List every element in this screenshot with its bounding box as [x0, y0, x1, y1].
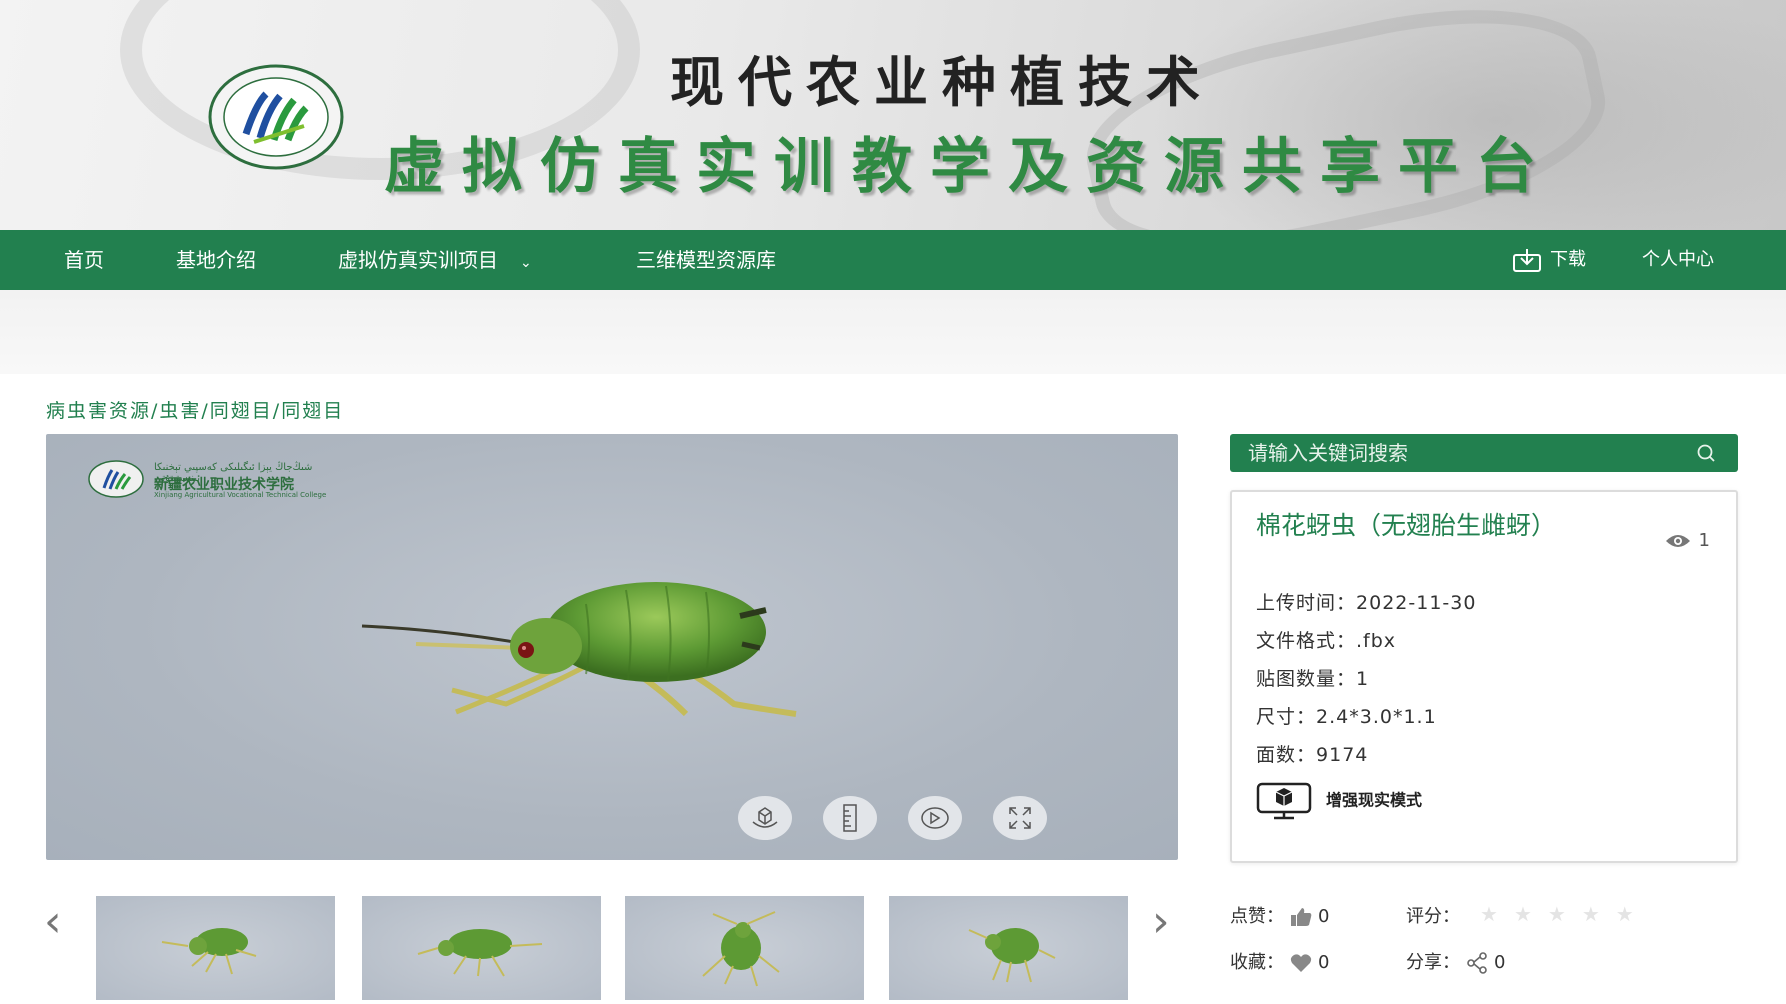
chevron-left-icon[interactable]: ‹: [44, 900, 62, 944]
favorite-count: 0: [1318, 952, 1330, 973]
download-icon: [1513, 249, 1541, 272]
texture-count-label: 贴图数量：: [1256, 668, 1357, 690]
nav-item-base-intro[interactable]: 基地介绍: [176, 230, 256, 290]
view-count-value: 1: [1698, 530, 1710, 551]
file-format-value: .fbx: [1356, 630, 1397, 652]
college-logo-icon: [88, 460, 144, 498]
ar-mode-button[interactable]: 增强现实模式: [1256, 782, 1422, 820]
main-nav: 首页 基地介绍 虚拟仿真实训项目 ⌄ 三维模型资源库 下载 个人中心: [0, 230, 1786, 290]
thumbnail[interactable]: [625, 896, 864, 1000]
file-format-label: 文件格式：: [1256, 630, 1357, 652]
eye-icon: [1665, 535, 1690, 547]
view-count: 1: [1665, 530, 1710, 551]
personal-center-link[interactable]: 个人中心: [1642, 230, 1714, 290]
favorite-label: 收藏：: [1230, 952, 1284, 973]
model-info-panel: 棉花蚜虫（无翅胎生雌蚜） 1 上传时间：2022-11-30 文件格式：.fbx…: [1230, 490, 1738, 863]
star-icon[interactable]: ★: [1582, 902, 1616, 926]
ar-mode-label: 增强现实模式: [1326, 790, 1423, 810]
aphid-thumbnail-image: [968, 928, 1056, 983]
favorite-stat[interactable]: 收藏： 0: [1230, 948, 1329, 974]
college-logo-icon[interactable]: [208, 64, 344, 170]
face-count-label: 面数：: [1256, 744, 1317, 766]
download-link[interactable]: 下载: [1512, 230, 1586, 290]
nav-item-home[interactable]: 首页: [64, 230, 104, 290]
site-title-line2: 虚拟仿真实训教学及资源共享平台: [384, 132, 1554, 202]
thumbnail[interactable]: [889, 896, 1128, 1000]
search-input[interactable]: [1230, 434, 1690, 472]
thumbnail[interactable]: [362, 896, 601, 1000]
star-icon[interactable]: ★: [1548, 902, 1582, 926]
thumbnail[interactable]: [96, 896, 335, 1000]
aphid-thumbnail-image: [417, 929, 543, 977]
nav-item-3d-library[interactable]: 三维模型资源库: [636, 230, 776, 290]
sub-banner: [0, 290, 1786, 374]
viewer-watermark: ﺷﯩﯔﺟﺎڭ ﻳﯧﺰا ﺋﯩﮕﯩﻠﯩﻜﻰ ﻛﻪﺳﭙﯩﻲ ﺗﯧﺨﻨﯩﻜﺎ ﺋﯩﻨﯩ…: [88, 460, 348, 500]
like-label: 点赞：: [1230, 906, 1284, 927]
share-label: 分享：: [1406, 952, 1460, 973]
aphid-thumbnail-image: [702, 911, 780, 987]
auto-rotate-icon: [921, 807, 949, 829]
heart-icon: [1290, 954, 1312, 972]
watermark-english: Xinjiang Agricultural Vocational Technic…: [154, 491, 327, 499]
rating-stars[interactable]: ★★★★★: [1480, 902, 1650, 926]
like-count: 0: [1318, 906, 1330, 927]
chevron-right-icon[interactable]: ›: [1152, 900, 1170, 944]
star-icon[interactable]: ★: [1514, 902, 1548, 926]
upload-time-label: 上传时间：: [1256, 592, 1357, 614]
measure-ruler-icon: [843, 804, 857, 832]
search-bar: [1230, 434, 1738, 472]
header-banner: 现代农业种植技术 虚拟仿真实训教学及资源共享平台: [0, 0, 1786, 230]
chevron-down-icon: ⌄: [520, 255, 532, 271]
ar-cube-icon: [1256, 782, 1312, 820]
aphid-thumbnail-image: [161, 928, 257, 975]
fullscreen-icon: [1009, 807, 1031, 829]
site-title-line1: 现代农业种植技术: [670, 50, 1214, 114]
size-value: 2.4*3.0*1.1: [1316, 706, 1437, 728]
aphid-3d-model[interactable]: [356, 574, 856, 724]
search-icon[interactable]: [1696, 443, 1716, 463]
texture-count-row: 贴图数量：1: [1256, 664, 1369, 691]
fullscreen-button[interactable]: [993, 796, 1047, 840]
size-row: 尺寸：2.4*3.0*1.1: [1256, 702, 1437, 729]
star-icon[interactable]: ★: [1480, 902, 1514, 926]
upload-time-value: 2022-11-30: [1356, 592, 1477, 614]
texture-count-value: 1: [1356, 668, 1370, 690]
measure-button[interactable]: [823, 796, 877, 840]
nav-item-sim-projects[interactable]: 虚拟仿真实训项目 ⌄: [338, 230, 532, 290]
upload-time-row: 上传时间：2022-11-30: [1256, 588, 1476, 615]
nav-item-label: 虚拟仿真实训项目: [338, 248, 498, 272]
rotate-360-button[interactable]: [738, 796, 792, 840]
file-format-row: 文件格式：.fbx: [1256, 626, 1396, 653]
model-viewer[interactable]: ﺷﯩﯔﺟﺎڭ ﻳﯧﺰا ﺋﯩﮕﯩﻠﯩﻜﻰ ﻛﻪﺳﭙﯩﻲ ﺗﯧﺨﻨﯩﻜﺎ ﺋﯩﻨﯩ…: [46, 434, 1178, 860]
share-stat[interactable]: 分享： 0: [1406, 948, 1505, 974]
face-count-value: 9174: [1316, 744, 1369, 766]
rotate-360-icon: [752, 807, 778, 828]
auto-rotate-button[interactable]: [908, 796, 962, 840]
share-count: 0: [1494, 952, 1506, 973]
model-title: 棉花蚜虫（无翅胎生雌蚜）: [1256, 511, 1557, 540]
share-icon: [1467, 952, 1487, 974]
rating-label: 评分：: [1406, 906, 1460, 927]
like-stat[interactable]: 点赞： 0: [1230, 902, 1329, 928]
face-count-row: 面数：9174: [1256, 740, 1368, 767]
breadcrumb[interactable]: 病虫害资源/虫害/同翅目/同翅目: [46, 396, 344, 423]
size-label: 尺寸：: [1256, 706, 1317, 728]
download-label: 下载: [1550, 249, 1586, 270]
thumbs-up-icon: [1291, 908, 1312, 926]
star-icon[interactable]: ★: [1616, 902, 1650, 926]
